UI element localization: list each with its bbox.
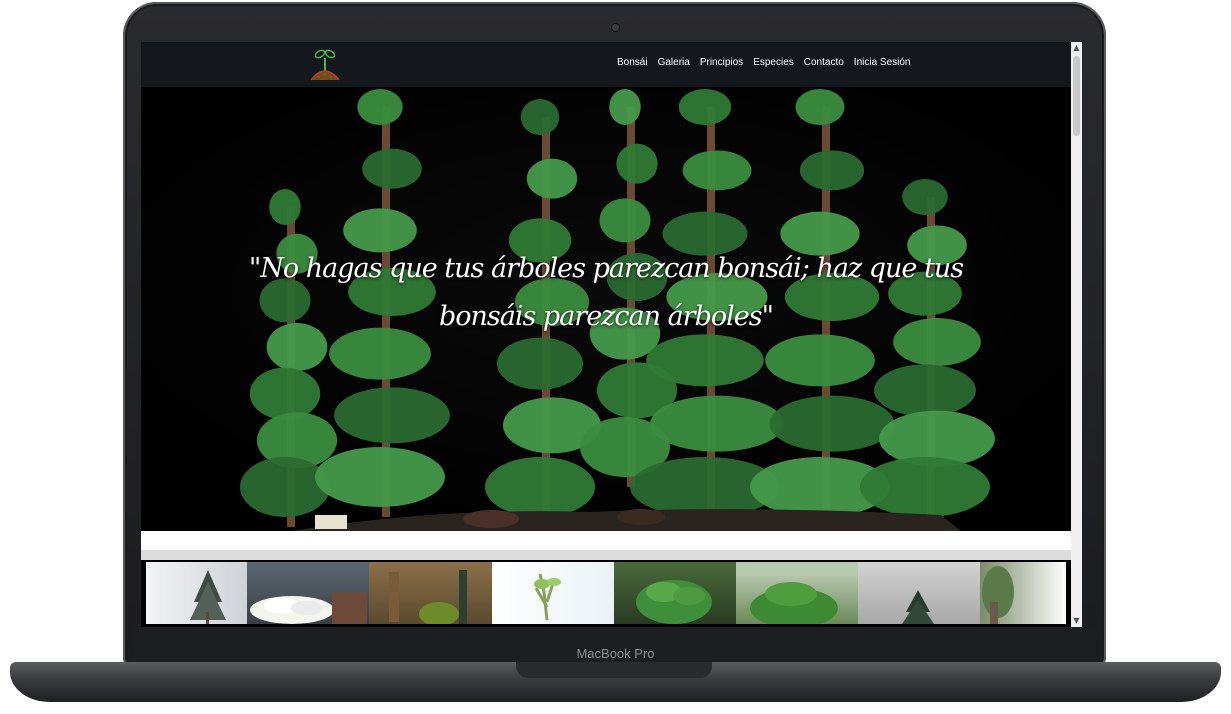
section-divider [141,550,1071,560]
gallery-thumb[interactable] [247,562,369,624]
laptop-hinge-notch [516,662,712,678]
screen: Bonsái Galeria Principios Especies Conta… [141,42,1082,627]
gallery-thumb[interactable] [614,562,736,624]
scroll-up-icon[interactable]: ▲ [1071,42,1082,54]
hero-banner: "No hagas que tus árboles parezcan bonsá… [141,87,1071,531]
gallery-thumb[interactable] [980,562,1066,624]
bonsai-sprout-icon[interactable] [307,44,343,84]
hero-quote: "No hagas que tus árboles parezcan bonsá… [248,253,964,332]
camera-icon [612,24,619,31]
nav-inicia-sesion[interactable]: Inicia Sesión [854,57,911,68]
gallery-thumb[interactable] [736,562,858,624]
gallery-thumb[interactable] [369,562,492,624]
gallery-thumb[interactable] [858,562,980,624]
scroll-down-icon[interactable]: ▼ [1071,615,1082,627]
gallery-thumb[interactable] [492,562,614,624]
gallery-thumb[interactable] [146,562,247,624]
nav-principios[interactable]: Principios [700,57,743,68]
nav-menu: Bonsái Galeria Principios Especies Conta… [617,57,911,68]
nav-contacto[interactable]: Contacto [804,57,844,68]
site-navbar: Bonsái Galeria Principios Especies Conta… [141,42,1071,87]
page-scrollbar[interactable]: ▲ ▼ [1071,42,1082,627]
section-spacer [141,531,1071,550]
scroll-thumb[interactable] [1073,56,1080,136]
device-label: MacBook Pro [576,646,655,661]
nav-especies[interactable]: Especies [753,57,794,68]
nav-galeria[interactable]: Galeria [658,57,690,68]
nav-bonsai[interactable]: Bonsái [617,57,648,68]
bonsai-gallery-strip [146,562,1066,624]
